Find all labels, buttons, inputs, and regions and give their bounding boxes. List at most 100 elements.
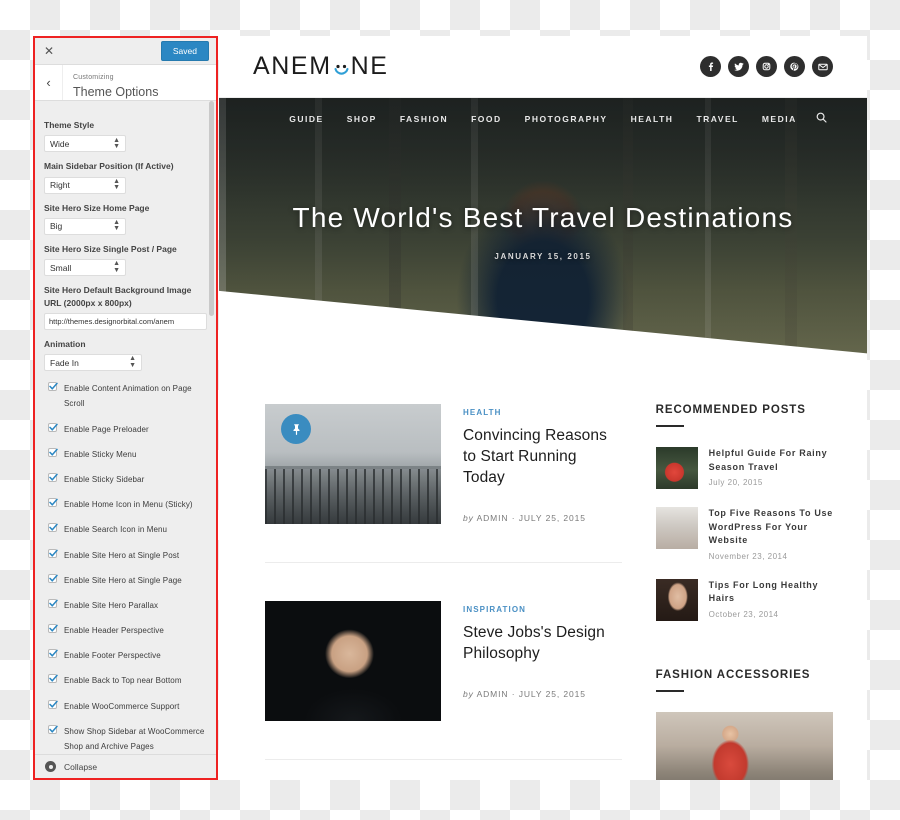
checkbox-row[interactable]: Enable Page Preloader	[48, 422, 207, 437]
post-title[interactable]: Steve Jobs's Design Philosophy	[463, 623, 622, 665]
smiley-face-icon	[333, 58, 350, 75]
checkbox-checked-icon[interactable]	[48, 624, 58, 634]
widget-recommended-posts: RECOMMENDED POSTS Helpful Guide For Rain…	[655, 404, 833, 621]
close-icon[interactable]: ✕	[44, 45, 54, 57]
checkbox-row[interactable]: Enable Footer Perspective	[48, 648, 207, 663]
checkbox-checked-icon[interactable]	[48, 523, 58, 533]
select-theme-style[interactable]: Wide ▲ ▼	[44, 135, 126, 153]
checkbox-row[interactable]: Enable Site Hero at Single Post	[48, 548, 207, 563]
post-title[interactable]: Convincing Reasons to Start Running Toda…	[463, 426, 622, 489]
fashion-accessories-image[interactable]	[655, 711, 833, 780]
recommended-post-thumbnail[interactable]	[655, 578, 698, 621]
checkbox-checked-icon[interactable]	[48, 699, 58, 709]
post-item[interactable]: HEALTH Convincing Reasons to Start Runni…	[265, 404, 622, 562]
select-value: Right	[50, 180, 70, 191]
select-value: Fade In	[50, 357, 79, 368]
recommended-post-item[interactable]: Top Five Reasons To Use WordPress For Yo…	[655, 507, 833, 561]
checkbox-row[interactable]: Enable Site Hero Parallax	[48, 598, 207, 613]
collapse-icon[interactable]	[45, 761, 56, 772]
recommended-post-title[interactable]: Top Five Reasons To Use WordPress For Yo…	[709, 507, 833, 548]
checkbox-label: Enable WooCommerce Support	[64, 701, 180, 711]
post-body: HEALTH Convincing Reasons to Start Runni…	[463, 404, 622, 524]
checkbox-checked-icon[interactable]	[48, 674, 58, 684]
twitter-icon[interactable]	[728, 56, 749, 77]
select-hero-size-home[interactable]: Big ▲ ▼	[44, 217, 126, 235]
save-button[interactable]: Saved	[160, 41, 209, 61]
post-thumbnail[interactable]	[265, 404, 441, 524]
checkbox-row[interactable]: Enable Site Hero at Single Page	[48, 573, 207, 588]
facebook-icon[interactable]	[700, 56, 721, 77]
widget-title: FASHION ACCESSORIES	[655, 668, 811, 681]
checkbox-checked-icon[interactable]	[48, 598, 58, 608]
field-label-animation: Animation	[44, 338, 86, 349]
field-label-hero-size-single: Site Hero Size Single Post / Page	[44, 243, 177, 254]
recommended-post-item[interactable]: Helpful Guide For Rainy Season Travel Ju…	[655, 447, 833, 489]
post-item[interactable]: INSPIRATION Steve Jobs's Design Philosop…	[265, 562, 622, 759]
checkbox-row[interactable]: Enable Search Icon in Menu	[48, 522, 207, 537]
pinterest-icon[interactable]	[784, 56, 805, 77]
checkbox-label: Enable Sticky Menu	[64, 449, 137, 459]
post-item[interactable]	[265, 759, 622, 780]
recommended-post-title[interactable]: Helpful Guide For Rainy Season Travel	[709, 447, 833, 474]
checkbox-checked-icon[interactable]	[48, 724, 58, 734]
select-sidebar-position[interactable]: Right ▲ ▼	[44, 176, 126, 194]
nav-item[interactable]: MEDIA	[762, 114, 797, 124]
recommended-post-thumbnail[interactable]	[655, 447, 698, 489]
chevron-left-icon[interactable]: ‹	[35, 65, 63, 100]
nav-item[interactable]: FOOD	[471, 114, 502, 124]
checkbox-row[interactable]: Enable Sticky Sidebar	[48, 472, 207, 487]
post-category[interactable]: INSPIRATION	[463, 605, 622, 614]
stepper-arrows-icon: ▲ ▼	[129, 355, 136, 369]
site-logo[interactable]: ANEM NE	[253, 52, 389, 81]
post-thumbnail[interactable]	[265, 601, 441, 721]
checkbox-checked-icon[interactable]	[48, 422, 58, 432]
email-icon[interactable]	[812, 56, 833, 77]
stepper-arrows-icon: ▲ ▼	[113, 136, 120, 150]
checkbox-checked-icon[interactable]	[48, 649, 58, 659]
checkbox-row[interactable]: Enable Sticky Menu	[48, 447, 207, 462]
post-by-label: by	[463, 512, 474, 523]
post-meta-separator: ·	[511, 688, 516, 699]
nav-item[interactable]: PHOTOGRAPHY	[525, 114, 608, 124]
recommended-post-item[interactable]: Tips For Long Healthy Hairs October 23, …	[655, 578, 833, 621]
nav-item[interactable]: FASHION	[400, 114, 448, 124]
checkbox-row[interactable]: Show Shop Sidebar at WooCommerce Shop an…	[48, 724, 207, 754]
nav-item[interactable]: HEALTH	[631, 114, 674, 124]
recommended-post-thumbnail[interactable]	[655, 507, 698, 549]
checkbox-label: Enable Site Hero at Single Page	[64, 575, 182, 585]
checkbox-checked-icon[interactable]	[48, 382, 58, 392]
post-category[interactable]: HEALTH	[463, 408, 622, 417]
checkbox-checked-icon[interactable]	[48, 498, 58, 508]
select-animation[interactable]: Fade In ▲ ▼	[44, 354, 142, 372]
nav-item[interactable]: SHOP	[347, 114, 377, 124]
select-hero-size-single[interactable]: Small ▲ ▼	[44, 259, 126, 277]
input-value: http://themes.designorbital.com/anem	[49, 316, 175, 326]
widget-title-rule	[655, 425, 684, 427]
checkbox-checked-icon[interactable]	[48, 447, 58, 457]
pin-icon	[281, 414, 311, 444]
checkbox-checked-icon[interactable]	[48, 573, 58, 583]
hero-bg-url-input[interactable]: http://themes.designorbital.com/anem	[44, 312, 207, 330]
checkbox-checked-icon[interactable]	[48, 548, 58, 558]
checkbox-row[interactable]: Enable Header Perspective	[48, 623, 207, 638]
instagram-icon[interactable]	[756, 56, 777, 77]
hero-date: JANUARY 15, 2015	[494, 252, 592, 261]
nav-item[interactable]: GUIDE	[289, 114, 323, 124]
recommended-post-date: October 23, 2014	[708, 609, 779, 619]
post-author[interactable]: ADMIN	[477, 513, 509, 523]
checkbox-row[interactable]: Enable WooCommerce Support	[48, 699, 207, 714]
post-list: HEALTH Convincing Reasons to Start Runni…	[265, 404, 622, 780]
checkbox-row[interactable]: Enable Back to Top near Bottom	[48, 673, 207, 688]
field-label-theme-style: Theme Style	[44, 120, 95, 130]
nav-item[interactable]: TRAVEL	[696, 114, 738, 124]
checkbox-row[interactable]: Enable Content Animation on Page Scroll	[48, 381, 207, 411]
collapse-label[interactable]: Collapse	[64, 762, 97, 772]
checkbox-checked-icon[interactable]	[48, 472, 58, 482]
checkbox-label: Enable Content Animation on Page Scroll	[64, 384, 192, 409]
customizer-panel: ✕ Saved ‹ Customizing Theme Options Them…	[33, 36, 218, 780]
recommended-post-title[interactable]: Tips For Long Healthy Hairs	[709, 579, 833, 606]
search-icon[interactable]	[816, 110, 827, 128]
scrollbar-thumb[interactable]	[209, 101, 214, 316]
checkbox-row[interactable]: Enable Home Icon in Menu (Sticky)	[48, 497, 207, 512]
post-author[interactable]: ADMIN	[477, 689, 509, 699]
